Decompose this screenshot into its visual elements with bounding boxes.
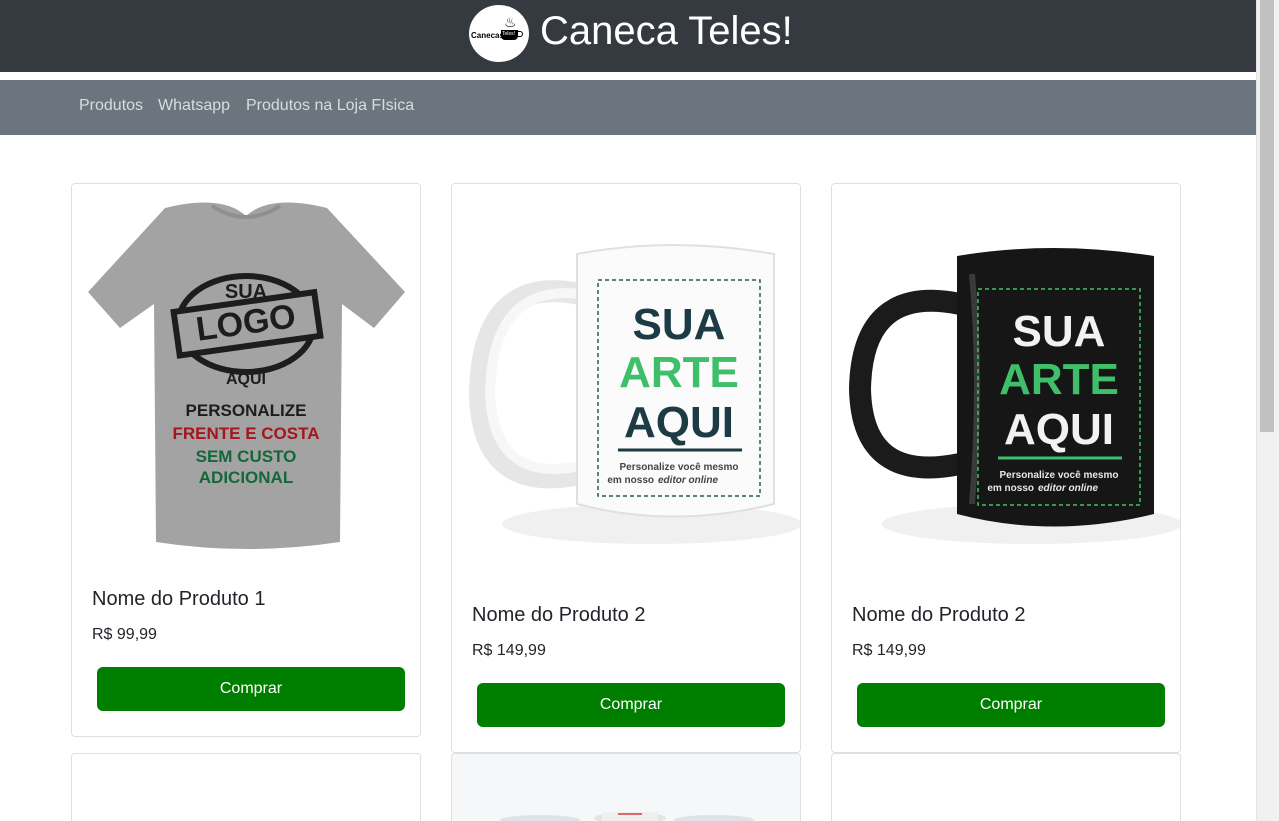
product-card [831, 753, 1181, 821]
nav-link-whatsapp[interactable]: Whatsapp [158, 97, 230, 115]
mug-handle-icon [517, 31, 523, 37]
svg-text:ARTE: ARTE [999, 355, 1119, 404]
svg-text:em nosso: em nosso [987, 483, 1034, 494]
logo-cup-text: Teles! [502, 31, 516, 37]
product-image-tshirt[interactable]: SUA LOGO AQUI PERSONALIZE FRENTE E COSTA… [72, 184, 420, 569]
site-title: Caneca Teles! [540, 9, 793, 53]
nav-link-produtos[interactable]: Produtos [79, 97, 143, 115]
svg-text:editor online: editor online [1038, 483, 1098, 494]
svg-text:editor online: editor online [658, 475, 718, 486]
svg-text:PERSONALIZE: PERSONALIZE [186, 401, 307, 420]
svg-text:SUA: SUA [225, 281, 267, 303]
scrollbar-thumb[interactable] [1260, 0, 1274, 432]
product-name: Nome do Produto 2 [472, 604, 646, 626]
svg-text:SUA: SUA [1013, 307, 1106, 356]
svg-text:SUA: SUA [633, 300, 726, 349]
product-price: R$ 149,99 [472, 642, 546, 659]
svg-text:AQUI: AQUI [624, 398, 734, 447]
buy-button[interactable]: Comprar [97, 667, 405, 711]
svg-text:ARTE: ARTE [619, 348, 739, 397]
product-card [451, 753, 801, 821]
product-price: R$ 99,99 [92, 626, 157, 643]
buy-button[interactable]: Comprar [477, 683, 785, 727]
product-price: R$ 149,99 [852, 642, 926, 659]
svg-text:Personalize você mesmo: Personalize você mesmo [1000, 470, 1119, 481]
svg-text:FRENTE E COSTA: FRENTE E COSTA [172, 424, 319, 443]
product-image-black-mug[interactable]: SUA ARTE AQUI Personalize você mesmo em … [832, 184, 1180, 576]
main-nav: Produtos Whatsapp Produtos na Loja FIsic… [0, 80, 1256, 135]
product-card: SUA ARTE AQUI Personalize você mesmo em … [451, 183, 801, 753]
buy-button[interactable]: Comprar [857, 683, 1165, 727]
svg-text:ADICIONAL: ADICIONAL [199, 468, 293, 487]
steam-icon: ♨ [504, 14, 517, 30]
svg-text:AQUI: AQUI [226, 371, 266, 388]
product-name: Nome do Produto 2 [852, 604, 1026, 626]
svg-text:em nosso: em nosso [607, 475, 654, 486]
product-image-mugs[interactable] [452, 754, 800, 821]
product-image-white-mug[interactable]: SUA ARTE AQUI Personalize você mesmo em … [452, 184, 800, 576]
vertical-scrollbar[interactable] [1256, 0, 1279, 821]
product-card: SUA ARTE AQUI Personalize você mesmo em … [831, 183, 1181, 753]
site-logo[interactable]: ♨ Canecas Teles! [469, 5, 529, 62]
header-separator [0, 72, 1256, 80]
logo-text: Canecas [471, 31, 504, 40]
svg-text:Personalize você mesmo: Personalize você mesmo [620, 462, 739, 473]
svg-text:SEM CUSTO: SEM CUSTO [196, 447, 297, 466]
nav-link-loja-fisica[interactable]: Produtos na Loja FIsica [246, 97, 414, 115]
svg-text:AQUI: AQUI [1004, 405, 1114, 454]
product-card: SUA LOGO AQUI PERSONALIZE FRENTE E COSTA… [71, 183, 421, 737]
product-name: Nome do Produto 1 [92, 588, 266, 610]
site-header: ♨ Canecas Teles! Caneca Teles! [0, 0, 1256, 72]
product-card [71, 753, 421, 821]
